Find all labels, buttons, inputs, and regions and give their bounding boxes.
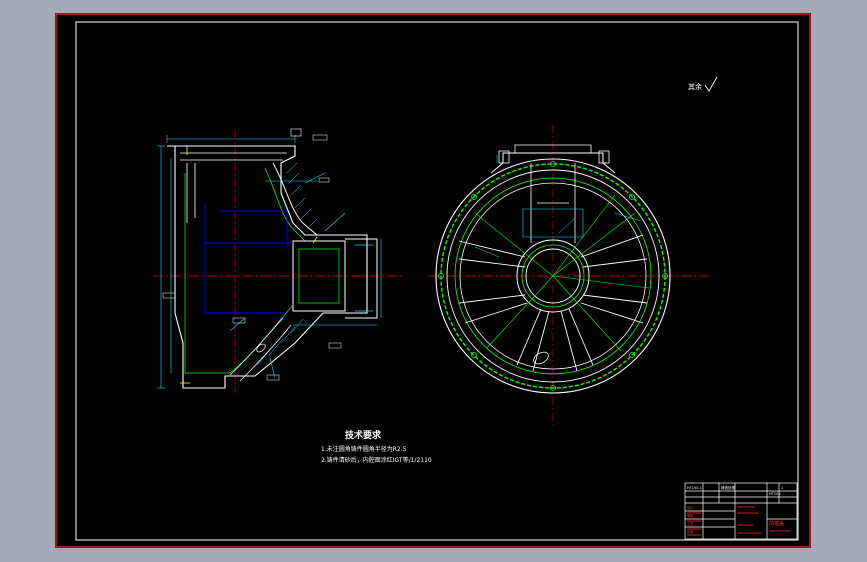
- inner-cavity: [184, 173, 294, 374]
- hidden-lines: [204, 203, 293, 314]
- flange-curve-inner: [264, 167, 306, 242]
- dimension-tags: [162, 128, 342, 381]
- hub-extension: [345, 238, 378, 319]
- bottom-slot: [533, 351, 549, 365]
- housing-outline: [167, 145, 368, 389]
- title-label-process: 工艺: [687, 521, 693, 526]
- construction-lines: [474, 194, 650, 352]
- title-label-review: 审核: [687, 513, 694, 518]
- hub-extension-detail: [355, 244, 373, 312]
- title-label-design: 设计: [687, 505, 694, 510]
- rib-hole: [256, 343, 266, 353]
- drawing-canvas: 其余 技术要求 1.未注圆角铸件圆角半径为R2.5 2.铸件清砂后，内腔面涂红I…: [55, 13, 811, 548]
- title-cell-process: 铸造处理: [721, 485, 735, 490]
- front-view: [429, 76, 718, 425]
- tech-requirements-line2: 2.铸件清砂后，内腔面涂红IGT等/1/2110: [321, 456, 432, 464]
- title-part-name: 前端盖: [769, 520, 784, 527]
- title-cell-material: HT150-1: [687, 486, 702, 490]
- accent-lines: [180, 146, 318, 384]
- roughness-mark: [704, 76, 718, 92]
- drawing-frame: [75, 21, 799, 541]
- tech-requirements-line1: 1.未注圆角铸件圆角半径为R2.5: [321, 445, 407, 453]
- dimension-lines: [157, 135, 382, 389]
- roughness-note: 其余: [688, 82, 702, 91]
- tech-requirements-title: 技术要求: [345, 429, 382, 441]
- section-view: [153, 128, 405, 393]
- title-cell-qty: 1: [781, 486, 783, 490]
- flange-curve-outer: [272, 162, 318, 236]
- title-code: HT200: [769, 492, 780, 496]
- cad-viewport[interactable]: 其余 技术要求 1.未注圆角铸件圆角半径为R2.5 2.铸件清砂后，内腔面涂红I…: [0, 0, 867, 562]
- drawing-sheet: 其余 技术要求 1.未注圆角铸件圆角半径为R2.5 2.铸件清砂后，内腔面涂红I…: [55, 13, 811, 548]
- sheet-outer-border: [55, 13, 811, 548]
- title-label-approve: 批准: [687, 529, 694, 534]
- top-wall: [180, 152, 287, 223]
